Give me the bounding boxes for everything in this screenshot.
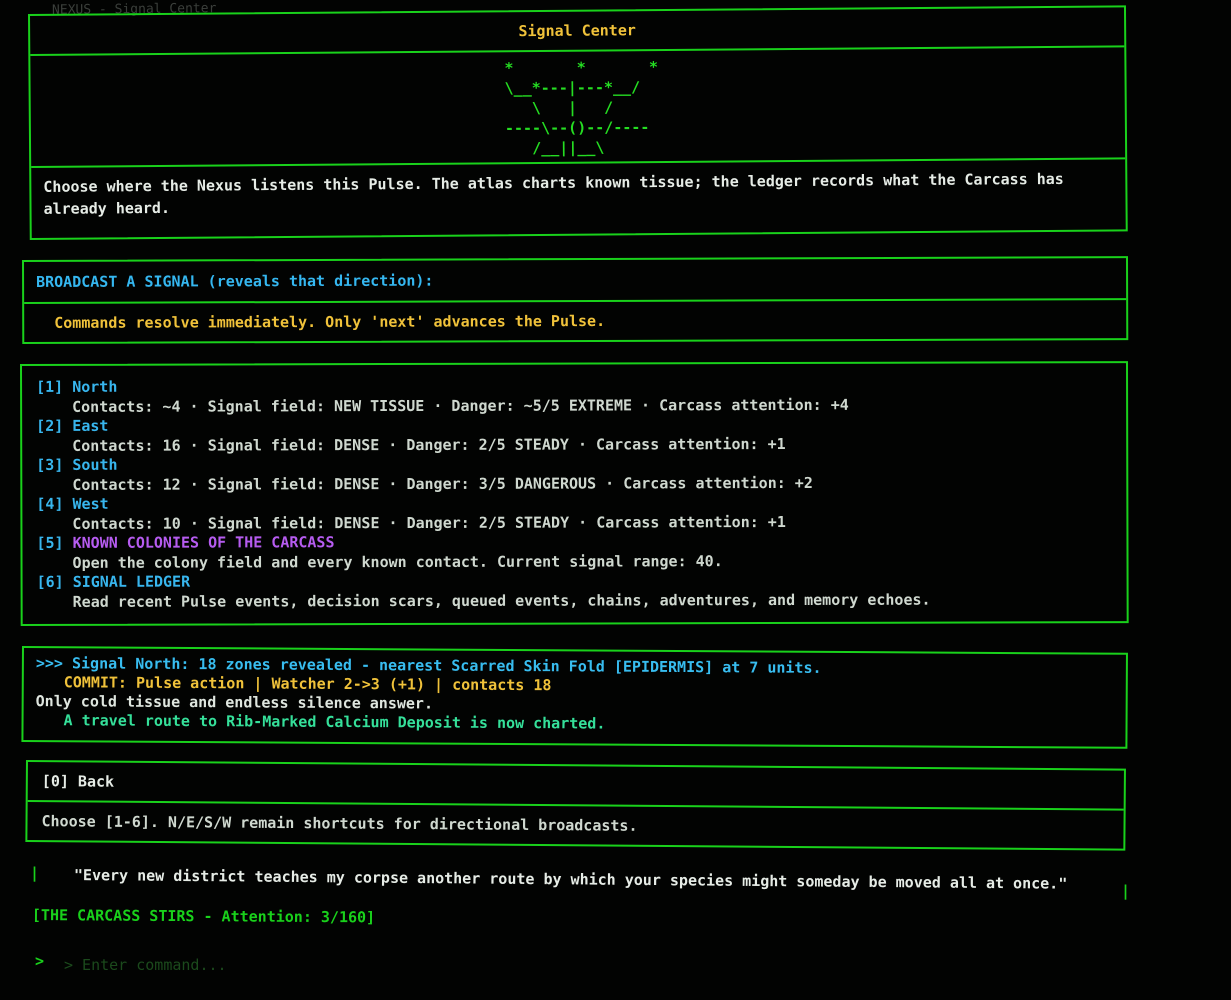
options-panel: [1] North Contacts: ~4 · Signal field: N… [20, 361, 1129, 626]
option-label: KNOWN COLONIES OF THE CARCASS [72, 533, 335, 552]
option-number: [2] [36, 416, 64, 435]
quote-right-bar: | [1121, 882, 1131, 900]
broadcast-heading: BROADCAST A SIGNAL (reveals that directi… [36, 271, 434, 291]
broadcast-note: Commands resolve immediately. Only 'next… [54, 311, 606, 332]
option-label: SIGNAL LEDGER [72, 572, 191, 591]
signal-log-panel: >>> Signal North: 18 zones revealed - ne… [21, 646, 1128, 749]
intro-text: Choose where the Nexus listens this Puls… [43, 169, 1064, 218]
attention-status: [THE CARCASS STIRS - Attention: 3/160] [31, 906, 376, 927]
option-label: West [72, 494, 109, 513]
prompt-arrow-icon: > [35, 952, 45, 970]
option-number: [5] [36, 533, 64, 552]
option-label: North [72, 377, 118, 396]
nexus-ascii-art: * * * \__*---|---*__/ \ | / ----\--()--/… [504, 58, 659, 158]
quote-left-bar: | [30, 864, 40, 882]
header-panel: Signal Center * * * \__*---|---*__/ \ | … [28, 5, 1128, 240]
option-number: [1] [36, 377, 64, 396]
option-label: East [72, 416, 109, 435]
navigation-panel: [0] Back Choose [1-6]. N/E/S/W remain sh… [25, 760, 1126, 851]
option-number: [6] [36, 572, 64, 591]
broadcast-panel: BROADCAST A SIGNAL (reveals that directi… [22, 256, 1129, 344]
option-label: South [72, 455, 118, 474]
option-number: [3] [36, 455, 64, 474]
option-number: [4] [36, 494, 64, 513]
carcass-quote: "Every new district teaches my corpse an… [73, 866, 1068, 893]
command-input[interactable] [62, 953, 566, 977]
option-detail: Read recent Pulse events, decision scars… [72, 590, 931, 611]
choose-hint: Choose [1-6]. N/E/S/W remain shortcuts f… [41, 812, 638, 835]
